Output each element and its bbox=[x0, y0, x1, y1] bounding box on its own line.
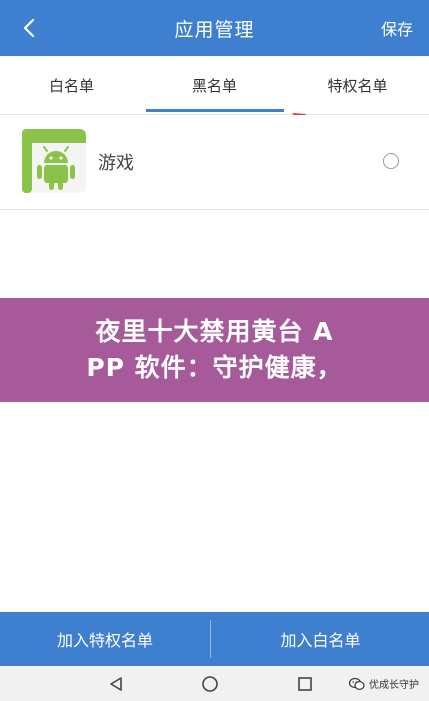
nav-recents-button[interactable] bbox=[285, 666, 325, 701]
watermark: 优成长守护 bbox=[349, 666, 419, 701]
add-to-privileged-list-button[interactable]: 加入特权名单 bbox=[0, 612, 210, 666]
app-name-label: 游戏 bbox=[98, 153, 134, 174]
list-item[interactable]: 游戏 bbox=[0, 115, 429, 210]
banner-line-2: PP 软件：守护健康， bbox=[86, 353, 343, 382]
system-nav-bar: 优成长守护 bbox=[0, 666, 429, 701]
back-button[interactable] bbox=[10, 8, 50, 48]
android-icon bbox=[22, 129, 86, 193]
nav-back-button[interactable] bbox=[96, 666, 136, 701]
chevron-left-icon bbox=[23, 18, 35, 38]
nav-home-button[interactable] bbox=[190, 666, 230, 701]
save-button[interactable]: 保存 bbox=[381, 0, 413, 56]
tab-bar: 白名单 黑名单 特权名单 bbox=[0, 56, 429, 115]
app-bar: 应用管理 保存 bbox=[0, 0, 429, 56]
add-to-whitelist-button[interactable]: 加入白名单 bbox=[212, 612, 429, 666]
recents-square-icon bbox=[298, 676, 312, 691]
tab-whitelist[interactable]: 白名单 bbox=[0, 56, 143, 114]
select-radio[interactable] bbox=[383, 153, 399, 169]
divider bbox=[210, 620, 211, 658]
phone-screen: 应用管理 保存 白名单 黑名单 特权名单 游戏 夜里十大禁用黄台 A PP 软件… bbox=[0, 0, 429, 701]
page-title: 应用管理 bbox=[174, 18, 255, 41]
active-tab-indicator bbox=[146, 109, 284, 112]
wechat-icon bbox=[349, 677, 365, 690]
home-circle-icon bbox=[202, 675, 218, 692]
watermark-text: 优成长守护 bbox=[369, 680, 419, 691]
back-triangle-icon bbox=[110, 676, 122, 691]
overlay-banner: 夜里十大禁用黄台 A PP 软件：守护健康， bbox=[0, 298, 429, 402]
banner-line-1: 夜里十大禁用黄台 A bbox=[95, 317, 334, 346]
tab-privileged-list[interactable]: 特权名单 bbox=[286, 56, 429, 114]
bottom-action-bar: 加入特权名单 加入白名单 bbox=[0, 612, 429, 666]
tab-blacklist[interactable]: 黑名单 bbox=[143, 56, 286, 114]
